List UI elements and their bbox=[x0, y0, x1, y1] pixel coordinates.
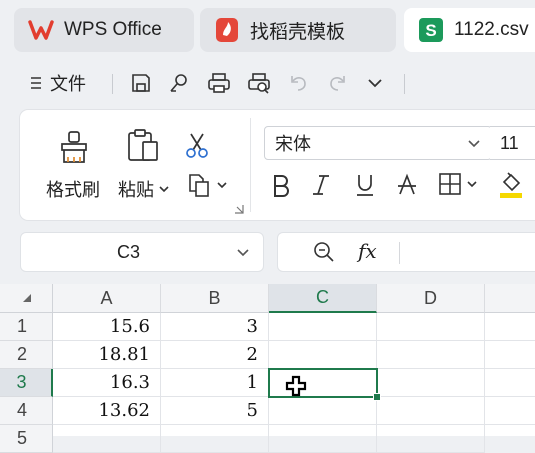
undo-icon[interactable] bbox=[286, 70, 312, 96]
name-box-value: C3 bbox=[116, 241, 140, 262]
chevron-down-icon[interactable] bbox=[362, 70, 388, 96]
cell-c5[interactable] bbox=[269, 425, 377, 453]
chevron-down-icon[interactable] bbox=[236, 248, 250, 257]
cell-e3[interactable] bbox=[485, 369, 535, 397]
column-header-b[interactable]: B bbox=[161, 284, 269, 313]
cell-a1[interactable]: 15.6 bbox=[53, 313, 161, 341]
cell-c2[interactable] bbox=[269, 341, 377, 369]
cell-b5[interactable] bbox=[161, 425, 269, 453]
font-name-value: 宋体 bbox=[275, 134, 311, 154]
save-icon[interactable] bbox=[128, 70, 154, 96]
spreadsheet-s-icon: S bbox=[418, 17, 444, 43]
divider bbox=[404, 74, 405, 94]
column-header-a[interactable]: A bbox=[53, 284, 161, 313]
chevron-down-icon bbox=[468, 140, 480, 148]
tab-wps-office[interactable]: WPS Office bbox=[14, 8, 194, 52]
tab-label: 1122.csv bbox=[454, 19, 529, 40]
chevron-down-icon bbox=[217, 182, 227, 189]
clipboard-launcher-icon[interactable] bbox=[234, 204, 244, 214]
cell-a4[interactable]: 13.62 bbox=[53, 397, 161, 425]
paste-label: 粘贴 bbox=[118, 180, 154, 200]
quick-access-bar: 文件 bbox=[0, 60, 535, 104]
file-menu[interactable]: 文件 bbox=[30, 70, 86, 96]
tab-docer-templates[interactable]: 找稻壳模板 bbox=[200, 8, 396, 52]
cell-a2[interactable]: 18.81 bbox=[53, 341, 161, 369]
formula-bar: fx bbox=[277, 232, 535, 272]
divider bbox=[399, 242, 400, 264]
fill-color-icon[interactable] bbox=[498, 170, 526, 200]
cell-d3[interactable] bbox=[377, 369, 485, 397]
column-header-d[interactable]: D bbox=[377, 284, 485, 313]
copy-icon bbox=[189, 174, 209, 197]
strikethrough-icon[interactable] bbox=[396, 172, 418, 198]
tab-label: WPS Office bbox=[64, 19, 162, 40]
cell-d4[interactable] bbox=[377, 397, 485, 425]
tab-1122-csv[interactable]: S 1122.csv bbox=[404, 8, 535, 52]
cell-d1[interactable] bbox=[377, 313, 485, 341]
paste-icon[interactable] bbox=[126, 128, 160, 164]
cell-c1[interactable] bbox=[269, 313, 377, 341]
row-header-3[interactable]: 3 bbox=[0, 369, 53, 397]
row-header-2[interactable]: 2 bbox=[0, 341, 53, 369]
print-preview-icon[interactable] bbox=[246, 70, 272, 96]
docer-logo-icon bbox=[214, 17, 240, 43]
zoom-search-icon[interactable] bbox=[312, 240, 336, 264]
cell-a5[interactable] bbox=[53, 425, 161, 453]
corner-triangle-icon bbox=[23, 294, 31, 302]
cell-b4[interactable]: 5 bbox=[161, 397, 269, 425]
format-painter-icon[interactable] bbox=[58, 130, 90, 164]
cell-e2[interactable] bbox=[485, 341, 535, 369]
row-header-4[interactable]: 4 bbox=[0, 397, 53, 425]
cell-d2[interactable] bbox=[377, 341, 485, 369]
bold-icon[interactable] bbox=[270, 172, 292, 198]
cell-cursor-icon bbox=[285, 375, 307, 397]
cell-e1[interactable] bbox=[485, 313, 535, 341]
column-header-partial[interactable] bbox=[485, 284, 535, 313]
cell-a3[interactable]: 16.3 bbox=[53, 369, 161, 397]
chevron-down-icon bbox=[467, 181, 477, 188]
redo-icon[interactable] bbox=[324, 70, 350, 96]
print-icon[interactable] bbox=[206, 70, 232, 96]
export-icon[interactable] bbox=[166, 70, 192, 96]
row-header-5[interactable]: 5 bbox=[0, 425, 53, 453]
row-header-1[interactable]: 1 bbox=[0, 313, 53, 341]
copy-button[interactable] bbox=[186, 172, 228, 198]
wps-logo-icon bbox=[28, 17, 54, 43]
divider bbox=[112, 74, 113, 94]
ribbon-panel: 格式刷 粘贴 宋体 11 bbox=[20, 110, 535, 220]
cut-icon[interactable] bbox=[184, 132, 210, 158]
tab-label: 找稻壳模板 bbox=[250, 21, 346, 43]
font-name-select[interactable]: 宋体 bbox=[264, 126, 492, 160]
divider bbox=[250, 118, 251, 212]
file-menu-label: 文件 bbox=[50, 74, 86, 94]
cell-b2[interactable]: 2 bbox=[161, 341, 269, 369]
select-all-corner[interactable] bbox=[0, 284, 53, 313]
fill-handle[interactable] bbox=[373, 393, 381, 401]
chevron-down-icon bbox=[159, 186, 169, 193]
cell-b3[interactable]: 1 bbox=[161, 369, 269, 397]
cell-b1[interactable]: 3 bbox=[161, 313, 269, 341]
italic-icon[interactable] bbox=[310, 172, 332, 198]
underline-icon[interactable] bbox=[354, 172, 376, 198]
borders-button[interactable] bbox=[438, 172, 478, 196]
insert-function-button[interactable]: fx bbox=[358, 239, 377, 263]
cell-c4[interactable] bbox=[269, 397, 377, 425]
hamburger-icon bbox=[30, 76, 42, 90]
format-painter-label[interactable]: 格式刷 bbox=[46, 176, 100, 202]
name-box[interactable]: C3 bbox=[20, 232, 264, 272]
font-size-value: 11 bbox=[500, 132, 519, 153]
cell-e4[interactable] bbox=[485, 397, 535, 425]
column-header-c[interactable]: C bbox=[269, 284, 377, 313]
paste-button[interactable]: 粘贴 bbox=[118, 176, 170, 202]
svg-text:S: S bbox=[425, 21, 436, 40]
font-size-select[interactable]: 11 bbox=[490, 126, 535, 160]
cell-d5[interactable] bbox=[377, 425, 485, 453]
spreadsheet-grid: A B C D 1 2 3 4 5 15.6 3 18.81 2 16.3 1 … bbox=[0, 284, 535, 453]
borders-icon bbox=[439, 173, 461, 195]
formula-input[interactable] bbox=[410, 242, 535, 264]
